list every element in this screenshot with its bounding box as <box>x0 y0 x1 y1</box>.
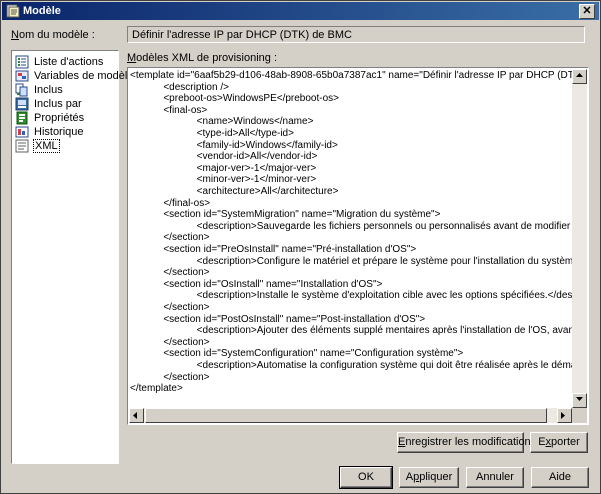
nav-item-variables[interactable]: Variables de modèle <box>15 69 133 83</box>
ok-button[interactable]: OK <box>339 466 393 489</box>
xml-line: </section> <box>130 336 210 348</box>
export-button[interactable]: Exporter <box>530 432 588 453</box>
xml-line: </section> <box>130 302 210 313</box>
xml-line: <description>Installe le système d'explo… <box>130 290 572 302</box>
xml-editor[interactable]: <template id="6aaf5b29-d106-48ab-8908-65… <box>127 67 589 425</box>
xml-line: <description>Automatise la configuration… <box>196 360 572 371</box>
scroll-left-button[interactable] <box>129 408 144 423</box>
xml-line: <major-ver>-1</major-ver> <box>130 162 317 174</box>
xml-text[interactable]: <template id="6aaf5b29-d106-48ab-8908-65… <box>130 70 572 408</box>
nav-label: Inclus <box>34 84 63 96</box>
xml-line: <architecture>All</architecture> <box>130 186 339 197</box>
title-bar[interactable]: Modèle ✕ <box>2 2 599 20</box>
history-icon <box>15 126 29 138</box>
scroll-up-button[interactable] <box>572 69 587 84</box>
nav-label: Historique <box>34 126 84 138</box>
template-dialog: Modèle ✕ Nom du modèle : Définir l'adres… <box>0 0 601 494</box>
xml-line: <section id="SystemConfiguration" name="… <box>130 348 464 360</box>
scrollbar-corner <box>572 408 587 423</box>
scroll-right-button[interactable] <box>557 408 572 423</box>
nav-label: Propriétés <box>34 112 85 124</box>
xml-line: </final-os> <box>130 197 211 209</box>
template-name-field: Définir l'adresse IP par DHCP (DTK) de B… <box>127 26 585 43</box>
horizontal-scrollbar[interactable] <box>129 408 572 423</box>
xml-line: <vendor-id>All</vendor-id> <box>130 151 318 163</box>
xml-icon <box>15 139 29 153</box>
template-name-label: Nom du modèle : <box>11 29 95 41</box>
template-icon <box>6 4 20 18</box>
properties-icon <box>16 111 28 125</box>
xml-line: <type-id>All</type-id> <box>130 128 294 139</box>
arrow-right-icon <box>561 412 565 419</box>
included-icon <box>15 83 28 97</box>
nav-item-included-by[interactable]: Inclus par <box>15 97 115 111</box>
close-button[interactable]: ✕ <box>579 4 595 19</box>
xml-line: <section id="PreOsInstall" name="Pré-ins… <box>130 244 417 255</box>
help-button[interactable]: Aide <box>531 467 589 488</box>
horizontal-scroll-thumb[interactable] <box>145 408 547 423</box>
xml-line: <template id="6aaf5b29-d106-48ab-8908-65… <box>130 70 572 81</box>
cancel-button[interactable]: Annuler <box>466 467 524 488</box>
nav-label: Inclus par <box>34 98 82 110</box>
arrow-left-icon <box>133 412 137 419</box>
template-name-value: Définir l'adresse IP par DHCP (DTK) de B… <box>132 29 352 41</box>
nav-label: Variables de modèle <box>34 70 134 82</box>
xml-line: <section id="SystemMigration" name="Migr… <box>130 209 441 221</box>
nav-item-properties[interactable]: Propriétés <box>15 111 115 125</box>
xml-line: </template> <box>130 383 183 395</box>
xml-line: <final-os> <box>130 104 208 116</box>
included-by-icon <box>15 97 29 111</box>
xml-line: <description>Sauvegarde les fichiers per… <box>196 220 571 232</box>
xml-line: </section> <box>130 267 210 279</box>
xml-line: <section id="PostOsInstall" name="Post-i… <box>130 313 426 325</box>
xml-line: <description /> <box>130 81 229 93</box>
xml-line: <minor-ver>-1</minor-ver> <box>130 174 317 186</box>
arrow-down-icon <box>576 397 583 401</box>
nav-item-included[interactable]: Inclus <box>15 83 115 97</box>
save-changes-button[interactable]: Enregistrer les modifications <box>397 432 536 453</box>
nav-item-action-list[interactable]: Liste d'actions <box>15 55 115 69</box>
xml-line: <preboot-os>WindowsPE</preboot-os> <box>130 93 339 105</box>
apply-button[interactable]: Appliquer <box>399 467 459 488</box>
xml-line: <name>Windows</name> <box>130 116 314 128</box>
nav-label: XML <box>33 139 60 153</box>
arrow-up-icon <box>576 73 583 77</box>
nav-label: Liste d'actions <box>34 56 104 68</box>
xml-line: <description>Configure le matériel et pr… <box>196 255 572 267</box>
variables-icon <box>15 70 29 82</box>
vertical-scrollbar[interactable] <box>572 69 587 408</box>
xml-models-label: Modèles XML de provisioning : <box>127 52 278 64</box>
scroll-down-button[interactable] <box>572 393 587 408</box>
nav-item-history[interactable]: Historique <box>15 125 115 139</box>
xml-line: <description>Ajouter des éléments supplé… <box>196 325 572 337</box>
xml-line: </section> <box>130 232 210 244</box>
xml-line: </section> <box>130 371 210 383</box>
nav-item-xml[interactable]: XML <box>15 139 115 153</box>
xml-line: <section id="OsInstall" name="Installati… <box>130 278 383 290</box>
action-list-icon <box>15 55 29 69</box>
xml-line: <family-id>Windows</family-id> <box>130 139 338 151</box>
close-icon: ✕ <box>582 5 592 17</box>
window-title: Modèle <box>23 5 61 17</box>
section-nav-list[interactable]: Liste d'actions Variables de modèle Incl… <box>11 50 133 464</box>
